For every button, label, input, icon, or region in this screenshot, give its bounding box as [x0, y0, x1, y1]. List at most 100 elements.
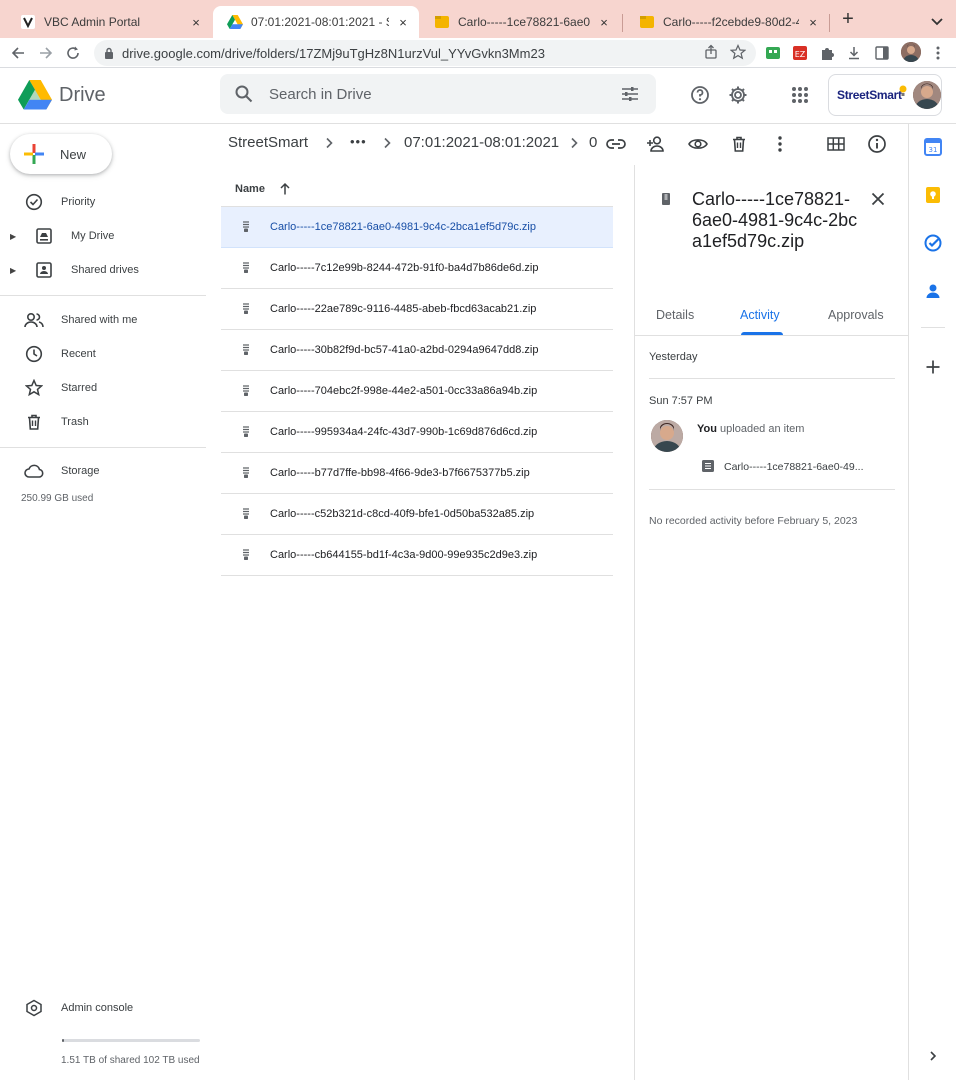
chevron-right-icon: [567, 136, 581, 150]
address-bar[interactable]: drive.google.com/drive/folders/17ZMj9uTg…: [94, 40, 756, 66]
extension-green-icon[interactable]: [763, 43, 783, 63]
sidebar-item-starred[interactable]: Starred: [0, 373, 206, 403]
extensions-puzzle-icon[interactable]: [817, 43, 837, 63]
sort-arrow-up-icon[interactable]: [278, 182, 292, 196]
bookmark-star-icon[interactable]: [730, 44, 746, 60]
app-name[interactable]: Drive: [59, 84, 106, 107]
expand-caret-icon[interactable]: ▶: [10, 266, 20, 275]
file-row[interactable]: Carlo-----b77d7ffe-bb98-4f66-9de3-b7f667…: [221, 453, 613, 494]
panel-title: Carlo-----1ce78821-6ae0-4981-9c4c-2bca1e…: [692, 189, 858, 251]
back-arrow-icon[interactable]: [8, 43, 28, 63]
reload-icon[interactable]: [63, 43, 83, 63]
browser-tab-vbc[interactable]: VBC Admin Portal ×: [6, 6, 212, 38]
activity-divider: [649, 489, 895, 490]
sidebar-item-my-drive[interactable]: ▶ My Drive: [0, 221, 206, 251]
file-name: Carlo-----1ce78821-6ae0-4981-9c4c-2bca1e…: [270, 221, 536, 233]
new-tab-button[interactable]: +: [838, 9, 858, 30]
sidebar-item-shared-with-me[interactable]: Shared with me: [0, 305, 206, 335]
new-button[interactable]: New: [10, 134, 112, 174]
sidebar-item-storage[interactable]: Storage: [0, 456, 206, 486]
link-icon[interactable]: [605, 133, 627, 155]
sidebar-item-label: Storage: [61, 465, 100, 477]
browser-tab-drive[interactable]: 07:01:2021-08:01:2021 - Stree ×: [213, 6, 419, 38]
file-row[interactable]: Carlo-----7c12e99b-8244-472b-91f0-ba4d7b…: [221, 248, 613, 289]
extension-red-icon[interactable]: EZ: [790, 43, 810, 63]
search-icon[interactable]: [234, 84, 254, 104]
file-row[interactable]: Carlo-----1ce78821-6ae0-4981-9c4c-2bca1e…: [221, 207, 613, 248]
search-input[interactable]: Search in Drive: [269, 86, 372, 103]
more-actions-icon[interactable]: [769, 133, 791, 155]
zip-file-icon: [240, 508, 252, 520]
calendar-icon[interactable]: 31: [924, 138, 942, 156]
account-switcher[interactable]: StreetSmart: [828, 74, 942, 116]
file-row[interactable]: Carlo-----30b82f9d-bc57-41a0-a2bd-0294a9…: [221, 330, 613, 371]
activity-item-link[interactable]: Carlo-----1ce78821-6ae0-49...: [724, 461, 863, 473]
search-bar[interactable]: Search in Drive: [220, 74, 656, 114]
browser-tab-zip-1[interactable]: Carlo-----1ce78821-6ae0-498 ×: [420, 6, 620, 38]
close-tab-icon[interactable]: ×: [395, 14, 411, 30]
file-row[interactable]: Carlo-----c52b321d-c8cd-40f9-bfe1-0d50ba…: [221, 494, 613, 535]
activity-actor: You: [697, 423, 717, 435]
sidebar-item-label: Shared with me: [61, 314, 138, 326]
breadcrumb-root[interactable]: StreetSmart: [228, 134, 308, 151]
preview-eye-icon[interactable]: [687, 133, 709, 155]
file-row[interactable]: Carlo-----22ae789c-9116-4485-abeb-fbcd63…: [221, 289, 613, 330]
sidebar-item-recent[interactable]: Recent: [0, 339, 206, 369]
file-row[interactable]: Carlo-----995934a4-24fc-43d7-990b-1c69d8…: [221, 412, 613, 453]
share-icon[interactable]: [703, 44, 719, 60]
sidebar-item-trash[interactable]: Trash: [0, 407, 206, 437]
file-name: Carlo-----b77d7ffe-bb98-4f66-9de3-b7f667…: [270, 467, 530, 479]
forward-arrow-icon[interactable]: [36, 43, 56, 63]
tab-separator: [622, 14, 623, 32]
file-row[interactable]: Carlo-----704ebc2f-998e-44e2-a501-0cc33a…: [221, 371, 613, 412]
browser-tab-zip-2[interactable]: Carlo-----f2cebde9-80d2-41d ×: [625, 6, 829, 38]
search-options-icon[interactable]: [620, 84, 640, 104]
breadcrumb-more[interactable]: •••: [350, 134, 367, 149]
close-tab-icon[interactable]: ×: [188, 14, 204, 30]
sidebar-item-priority[interactable]: Priority: [0, 187, 206, 217]
add-addon-plus-icon[interactable]: [924, 358, 942, 376]
activity-timestamp: Sun 7:57 PM: [649, 395, 713, 407]
breadcrumb-current-folder[interactable]: 07:01:2021-08:01:2021: [404, 134, 559, 151]
breadcrumb-truncated[interactable]: 0: [589, 134, 597, 151]
close-tab-icon[interactable]: ×: [805, 14, 821, 30]
tab-separator: [829, 14, 830, 32]
add-person-icon[interactable]: [645, 133, 667, 155]
zip-file-icon: [240, 385, 252, 397]
grid-view-icon[interactable]: [825, 133, 847, 155]
zip-file-icon: [639, 14, 655, 30]
help-icon[interactable]: [689, 84, 711, 106]
keep-icon[interactable]: [924, 186, 942, 204]
google-drive-logo-icon[interactable]: [18, 80, 52, 110]
contacts-icon[interactable]: [924, 282, 942, 300]
sidebar-item-label: Shared drives: [71, 264, 139, 276]
name-column-header[interactable]: Name: [235, 183, 265, 195]
browser-menu-icon[interactable]: [928, 43, 948, 63]
account-avatar[interactable]: [913, 81, 941, 109]
sidebar-item-shared-drives[interactable]: ▶ Shared drives: [0, 255, 206, 285]
profile-avatar[interactable]: [901, 42, 921, 62]
tab-search-icon[interactable]: [928, 12, 946, 30]
tasks-icon[interactable]: [924, 234, 942, 252]
settings-gear-icon[interactable]: [727, 84, 749, 106]
storage-used-text: 250.99 GB used: [21, 493, 94, 504]
close-tab-icon[interactable]: ×: [596, 14, 612, 30]
cloud-icon: [24, 461, 44, 481]
file-name: Carlo-----995934a4-24fc-43d7-990b-1c69d8…: [270, 426, 538, 438]
expand-caret-icon[interactable]: ▶: [10, 232, 20, 241]
no-activity-text: No recorded activity before February 5, …: [649, 515, 858, 527]
sidebar-item-label: Trash: [61, 416, 89, 428]
expand-panel-chevron-icon[interactable]: [924, 1047, 942, 1065]
close-icon[interactable]: [869, 190, 887, 208]
download-icon[interactable]: [844, 43, 864, 63]
trash-icon[interactable]: [728, 133, 750, 155]
tab-activity[interactable]: Activity: [740, 308, 780, 322]
file-row[interactable]: Carlo-----cb644155-bd1f-4c3a-9d00-99e935…: [221, 535, 613, 576]
sidebar-item-admin-console[interactable]: Admin console: [0, 993, 206, 1023]
tab-details[interactable]: Details: [656, 308, 694, 322]
drive-header: Drive Search in Drive StreetSmart: [0, 68, 956, 124]
side-panel-icon[interactable]: [872, 43, 892, 63]
info-icon[interactable]: [866, 133, 888, 155]
google-apps-icon[interactable]: [789, 84, 811, 106]
tab-approvals[interactable]: Approvals: [828, 308, 884, 322]
